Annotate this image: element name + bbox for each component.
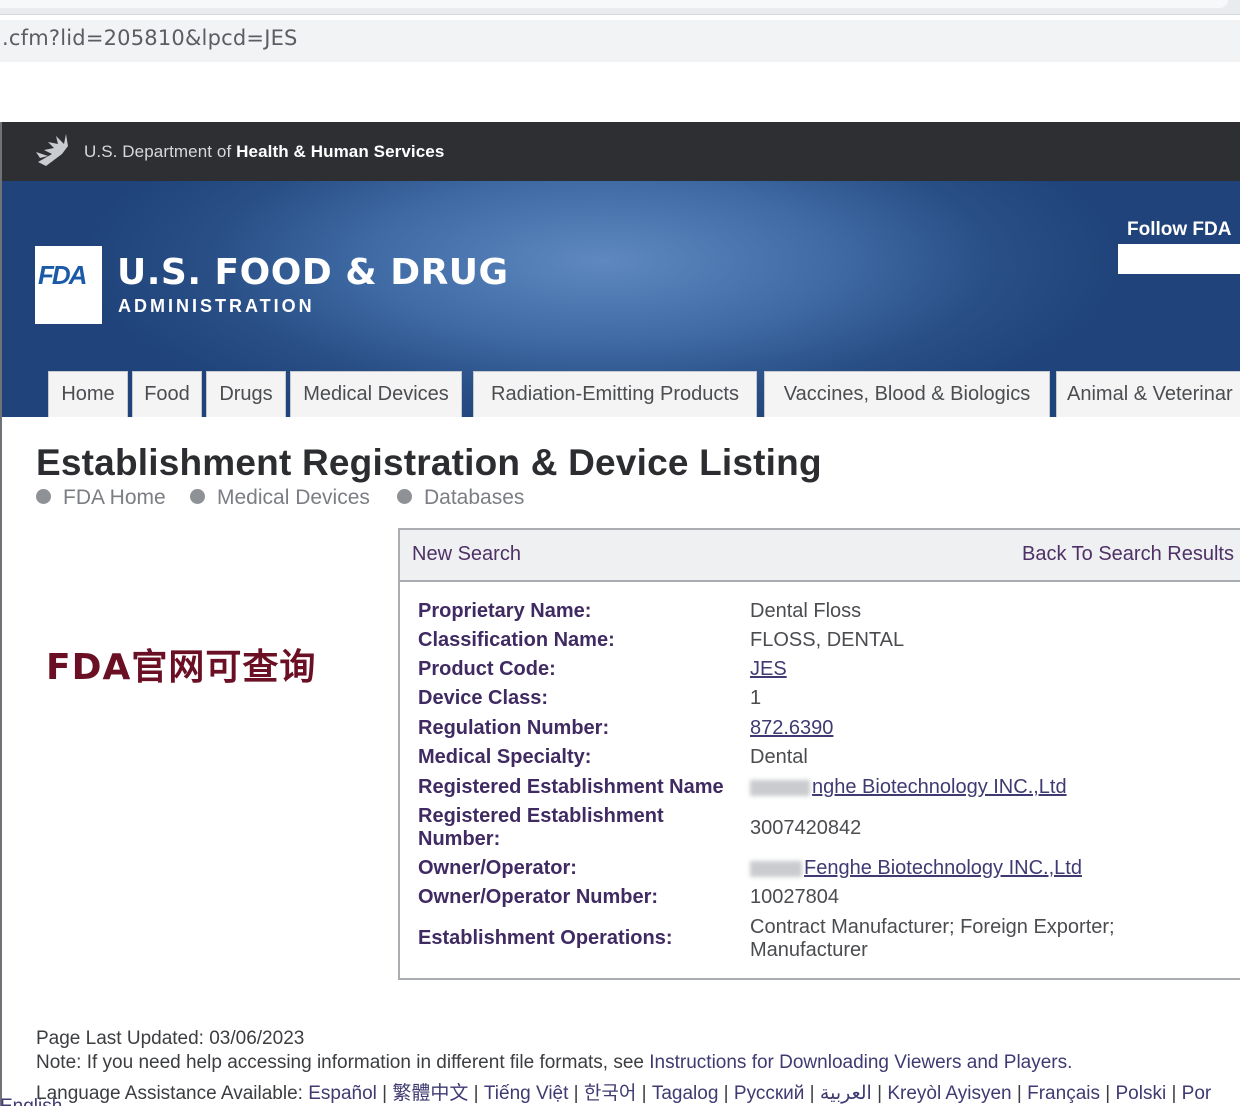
tab-home[interactable]: Home [48,371,128,417]
field-value: 10027804 [750,886,839,908]
lang-french[interactable]: Français [1027,1083,1100,1104]
follow-fda-label: Follow FDA [1127,219,1232,240]
page-title: Establishment Registration & Device List… [36,442,822,483]
tab-radiation-emitting-products[interactable]: Radiation-Emitting Products [473,371,757,417]
field-label: Registered Establishment Name [418,776,724,798]
fda-page: U.S. Department of Health & Human Servic… [0,122,1240,1106]
lang-korean[interactable]: 한국어 [584,1083,636,1104]
field-value: 1 [750,687,762,709]
tab-food[interactable]: Food [132,371,202,417]
breadcrumb-label: FDA Home [63,486,166,509]
field-label: Classification Name: [418,629,615,651]
field-label: Product Code: [418,658,556,680]
redacted-text [750,779,810,796]
lang-portuguese[interactable]: Por [1182,1083,1212,1104]
follow-fda-box[interactable] [1118,244,1240,274]
lang-creole[interactable]: Kreyòl Ayisyen [887,1083,1011,1104]
instructions-link[interactable]: Instructions for Downloading Viewers and… [649,1052,1072,1073]
back-to-results-link[interactable]: Back To Search Results [1022,543,1234,566]
breadcrumb-label: Databases [424,486,525,509]
breadcrumb-fda-home[interactable]: FDA Home [36,486,166,510]
field-value: JES [750,658,1130,681]
lang-espanol[interactable]: Español [308,1083,377,1104]
lang-tagalog[interactable]: Tagalog [652,1083,719,1104]
field-label: Owner/Operator Number: [418,886,659,908]
hhs-eagle-icon[interactable] [34,132,74,175]
lang-vietnamese[interactable]: Tiếng Việt [484,1083,569,1104]
fda-logo[interactable]: FDA [35,246,102,324]
breadcrumb-medical-devices[interactable]: Medical Devices [190,486,370,510]
fda-logo-text: FDA [38,260,87,290]
field-value: Fenghe Biotechnology INC.,Ltd [750,857,1130,880]
hhs-bold-text: Health & Human Services [236,142,445,161]
hhs-header-bar: U.S. Department of Health & Human Servic… [2,122,1240,181]
address-bar-url[interactable]: .cfm?lid=205810&lpcd=JES [2,26,298,50]
field-value: Contract Manufacturer; Foreign Exporter;… [750,916,1115,961]
field-label: Registered Establishment Number: [418,805,664,850]
lang-english[interactable]: English [0,1096,62,1106]
lang-arabic[interactable]: العربية [820,1083,872,1104]
tab-animal-veterinary[interactable]: Animal & Veterinar [1056,371,1240,417]
field-value: FLOSS, DENTAL [750,629,905,651]
lang-polish[interactable]: Polski [1115,1083,1166,1104]
annotation-overlay: FDA官网可查询 [46,647,317,688]
bullet-icon [397,488,412,504]
establishment-link[interactable]: nghe Biotechnology INC.,Ltd [812,776,1067,798]
field-value: Dental [750,746,808,768]
note-text: Note: If you need help accessing informa… [36,1052,650,1073]
language-assistance: Language Assistance Available: Español |… [36,1083,1212,1104]
breadcrumb-databases[interactable]: Databases [397,486,524,510]
panel-header: New Search Back To Search Results [400,530,1240,582]
hhs-prefix: U.S. Department of [84,142,237,161]
footer-note: Note: If you need help accessing informa… [36,1052,1072,1074]
tab-vaccines-blood-biologics[interactable]: Vaccines, Blood & Biologics [764,371,1050,417]
field-label: Device Class: [418,687,549,709]
field-label: Owner/Operator: [418,857,577,879]
field-label: Establishment Operations: [418,927,673,949]
tab-medical-devices[interactable]: Medical Devices [290,371,462,417]
product-code-link[interactable]: JES [750,658,787,680]
language-label: Language Assistance Available: [36,1083,309,1104]
field-value: nghe Biotechnology INC.,Ltd [750,776,1130,799]
field-value: Dental Floss [750,600,862,622]
field-label: Regulation Number: [418,717,610,739]
hhs-link[interactable]: U.S. Department of Health & Human Servic… [84,142,444,162]
tab-drugs[interactable]: Drugs [206,371,286,417]
field-value: 872.6390 [750,717,1130,740]
bullet-icon [190,488,205,504]
field-label: Proprietary Name: [418,600,592,622]
lang-chinese[interactable]: 繁體中文 [392,1083,468,1104]
breadcrumb-label: Medical Devices [217,486,370,509]
results-panel: New Search Back To Search Results Propri… [398,528,1240,980]
browser-tab-strip [0,0,1240,15]
footer-next-line: English [0,1096,70,1106]
lang-russian[interactable]: Русский [734,1083,805,1104]
fda-title[interactable]: U.S. FOOD & DRUG [117,252,509,293]
redacted-text [750,860,802,877]
last-updated: Page Last Updated: 03/06/2023 [36,1028,305,1049]
field-label: Medical Specialty: [418,746,592,768]
regulation-number-link[interactable]: 872.6390 [750,717,833,739]
field-value: 3007420842 [750,817,862,839]
fda-subtitle: ADMINISTRATION [118,296,315,316]
new-search-link[interactable]: New Search [412,543,521,566]
owner-operator-link[interactable]: Fenghe Biotechnology INC.,Ltd [804,857,1082,879]
bullet-icon [36,488,51,504]
